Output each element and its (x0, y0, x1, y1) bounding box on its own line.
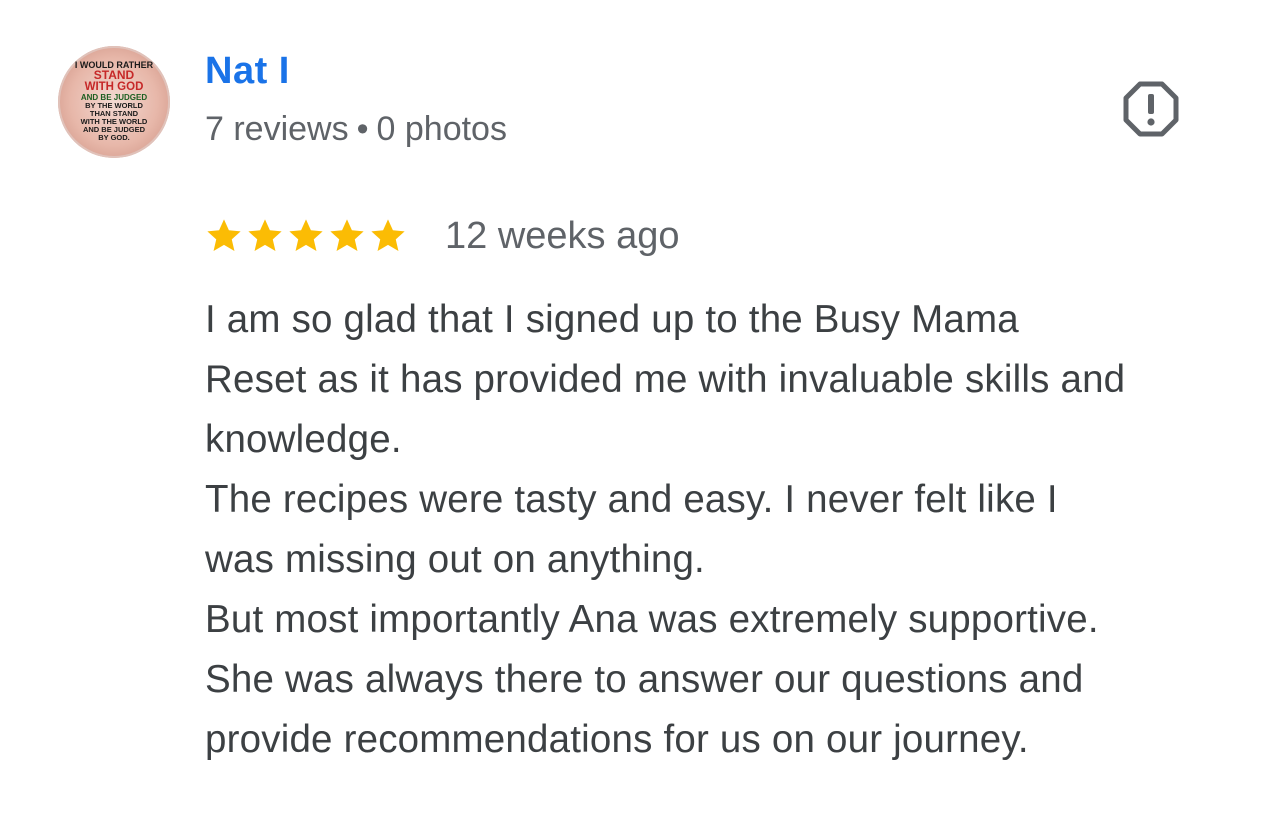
avatar-line: BY GOD. (98, 133, 130, 142)
rating-row: 12 weeks ago (205, 208, 680, 264)
review-line: But most importantly Ana was extremely s… (205, 598, 1099, 641)
separator-dot: • (356, 110, 369, 148)
avatar-image: I WOULD RATHER STAND WITH GOD AND BE JUD… (75, 60, 154, 142)
star-icon (289, 219, 323, 252)
report-flag-icon (1123, 81, 1179, 137)
review-line: She was always there to answer our quest… (205, 658, 1084, 701)
report-button[interactable] (1118, 76, 1184, 142)
star-rating (205, 217, 407, 255)
review-line: I am so glad that I signed up to the Bus… (205, 298, 1019, 341)
review-date: 12 weeks ago (445, 214, 680, 257)
avatar-line: STAND (94, 68, 135, 82)
star-icon (248, 219, 282, 252)
review-line: knowledge. (205, 418, 402, 461)
avatar-line: WITH GOD (85, 81, 144, 93)
review-line: The recipes were tasty and easy. I never… (205, 478, 1058, 521)
review-line: provide recommendations for us on our jo… (205, 718, 1029, 761)
photo-count: 0 photos (376, 110, 507, 148)
author-stats: 7 reviews • 0 photos (205, 110, 507, 149)
star-icon (207, 219, 241, 252)
star-icon (330, 219, 364, 252)
star-icon (371, 219, 405, 252)
review-text: I am so glad that I signed up to the Bus… (205, 290, 1245, 770)
review-line: Reset as it has provided me with invalua… (205, 358, 1126, 401)
author-name[interactable]: Nat I (205, 50, 290, 93)
review-count: 7 reviews (205, 110, 349, 148)
review-line: was missing out on anything. (205, 538, 705, 581)
avatar[interactable]: I WOULD RATHER STAND WITH GOD AND BE JUD… (58, 46, 170, 158)
